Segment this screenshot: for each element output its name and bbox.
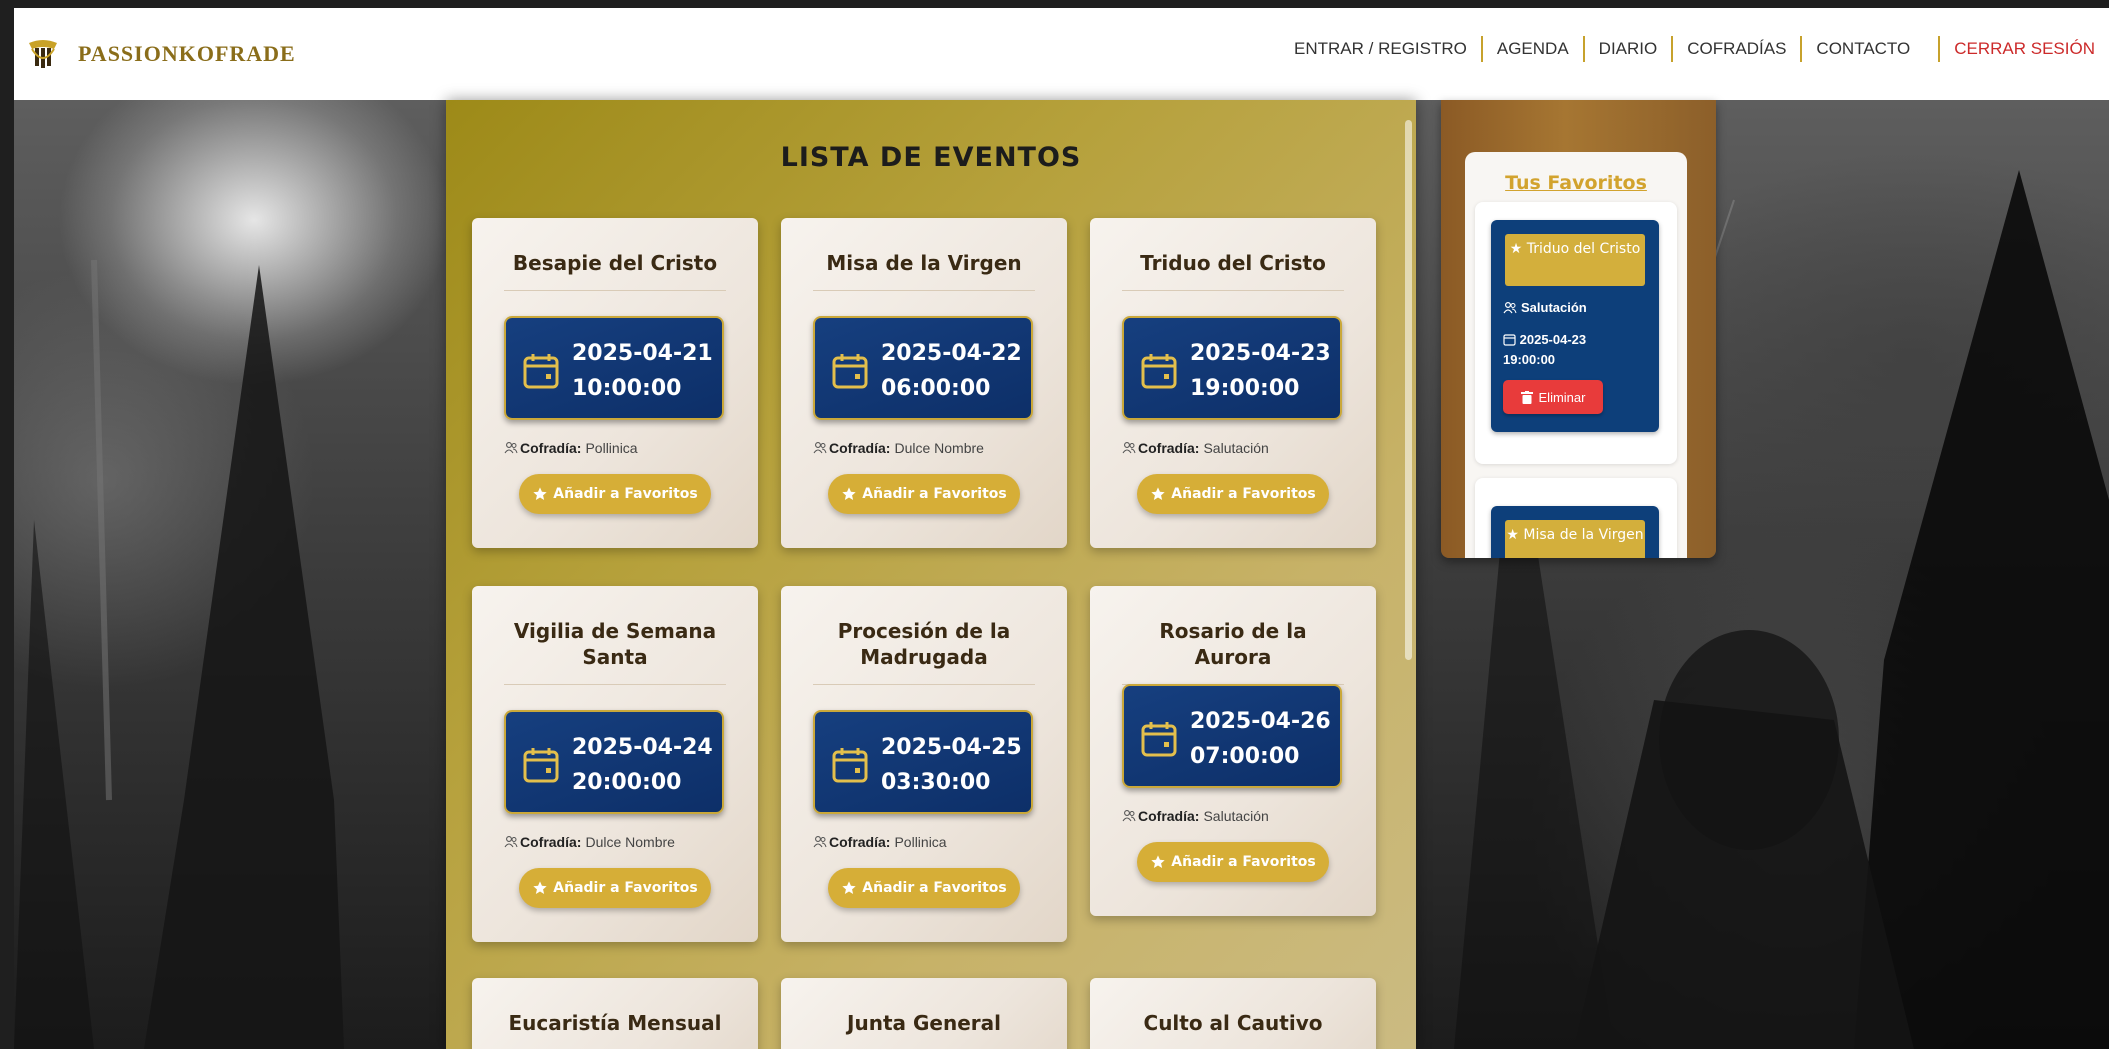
event-title: Culto al Cautivo <box>1122 1010 1344 1049</box>
calendar-icon <box>523 354 559 389</box>
people-icon <box>813 442 827 454</box>
favorite-item: ★ Triduo del Cristo Salutación 2025-04-2… <box>1475 202 1677 464</box>
event-cofradia: Cofradía: Salutación <box>1122 440 1269 456</box>
brand[interactable]: PASSIONKOFRADE <box>26 37 296 71</box>
calendar-icon <box>832 748 868 783</box>
favorites-list: Tus Favoritos ★ Triduo del Cristo Saluta… <box>1465 152 1687 558</box>
nav-item-contacto[interactable]: CONTACTO <box>1800 36 1924 62</box>
people-icon <box>504 442 518 454</box>
event-datetime: 2025-04-21 10:00:00 <box>572 341 713 401</box>
event-card: Misa de la Virgen 2025-04-22 06:00:00 Cofra… <box>781 218 1067 548</box>
event-datetime: 2025-04-26 07:00:00 <box>1190 709 1331 769</box>
top-navbar: PASSIONKOFRADE ENTRAR / REGISTRO AGENDA … <box>14 8 2109 100</box>
calendar-icon <box>1141 354 1177 389</box>
event-card: Besapie del Cristo 2025-04-21 10:00:00 Cofr… <box>472 218 758 548</box>
event-date-box: 2025-04-22 06:00:00 <box>813 316 1033 420</box>
calendar-icon <box>1141 722 1177 757</box>
nav-item-agenda[interactable]: AGENDA <box>1480 36 1583 62</box>
people-icon <box>1122 810 1136 822</box>
people-icon <box>504 836 518 848</box>
favorites-panel: Tus Favoritos ★ Triduo del Cristo Saluta… <box>1441 100 1716 558</box>
event-date-box: 2025-04-24 20:00:00 <box>504 710 724 814</box>
add-favorite-button[interactable]: Añadir a Favoritos <box>1137 474 1329 514</box>
event-datetime: 2025-04-23 19:00:00 <box>1190 341 1331 401</box>
event-date-box: 2025-04-21 10:00:00 <box>504 316 724 420</box>
star-icon <box>533 487 547 500</box>
page-title: LISTA DE EVENTOS <box>780 142 1082 173</box>
calendar-icon <box>1503 334 1516 346</box>
event-title: Vigilia de Semana Santa <box>504 618 726 685</box>
favorite-item: ★ Misa de la Virgen <box>1475 478 1677 558</box>
event-title: Misa de la Virgen <box>813 250 1035 291</box>
panel-scrollbar[interactable] <box>1405 120 1412 660</box>
people-icon <box>1122 442 1136 454</box>
event-card: Triduo del Cristo 2025-04-23 19:00:00 Cofra… <box>1090 218 1376 548</box>
event-title: Besapie del Cristo <box>504 250 726 291</box>
add-favorite-button[interactable]: Añadir a Favoritos <box>828 474 1020 514</box>
star-icon <box>842 881 856 894</box>
star-icon <box>842 487 856 500</box>
main-nav: ENTRAR / REGISTRO AGENDA DIARIO COFRADÍA… <box>1280 36 2109 62</box>
event-cofradia: Cofradía: Dulce Nombre <box>813 440 984 456</box>
nav-item-diario[interactable]: DIARIO <box>1582 36 1672 62</box>
event-datetime: 2025-04-25 03:30:00 <box>881 735 1022 795</box>
event-title: Junta General <box>813 1010 1035 1049</box>
event-title: Rosario de la Aurora <box>1122 618 1344 685</box>
event-card: Culto al Cautivo <box>1090 978 1376 1049</box>
event-cofradia: Cofradía: Pollinica <box>504 440 638 456</box>
favorites-heading: Tus Favoritos <box>1505 172 1647 194</box>
people-icon <box>1503 301 1517 313</box>
event-datetime: 2025-04-22 06:00:00 <box>881 341 1022 401</box>
nav-item-entrar-registro[interactable]: ENTRAR / REGISTRO <box>1280 36 1481 62</box>
star-icon <box>1151 855 1165 868</box>
favorite-cofradia: Salutación <box>1503 300 1587 315</box>
event-cofradia: Cofradía: Pollinica <box>813 834 947 850</box>
favorite-title: ★ Misa de la Virgen <box>1505 520 1645 558</box>
add-favorite-button[interactable]: Añadir a Favoritos <box>519 868 711 908</box>
favorite-title: ★ Triduo del Cristo <box>1505 234 1645 286</box>
event-card: Vigilia de Semana Santa 2025-04-24 20:00:0… <box>472 586 758 942</box>
nav-item-cofradias[interactable]: COFRADÍAS <box>1671 36 1800 62</box>
event-card: Procesión de la Madrugada 2025-04-25 03:30… <box>781 586 1067 942</box>
add-favorite-button[interactable]: Añadir a Favoritos <box>1137 842 1329 882</box>
events-panel: LISTA DE EVENTOS Besapie del Cristo 2025-… <box>446 100 1416 1049</box>
event-date-box: 2025-04-26 07:00:00 <box>1122 684 1342 788</box>
calendar-icon <box>523 748 559 783</box>
event-date-box: 2025-04-23 19:00:00 <box>1122 316 1342 420</box>
trash-icon <box>1520 390 1533 404</box>
brand-name: PASSIONKOFRADE <box>78 41 296 66</box>
event-card: Junta General <box>781 978 1067 1049</box>
logout-link[interactable]: CERRAR SESIÓN <box>1938 36 2109 62</box>
event-title: Procesión de la Madrugada <box>813 618 1035 685</box>
favorite-card: ★ Triduo del Cristo Salutación 2025-04-2… <box>1491 220 1659 432</box>
event-card: Eucaristía Mensual <box>472 978 758 1049</box>
star-icon: ★ <box>1509 241 1523 257</box>
calendar-icon <box>832 354 868 389</box>
add-favorite-button[interactable]: Añadir a Favoritos <box>519 474 711 514</box>
people-icon <box>813 836 827 848</box>
favorite-card: ★ Misa de la Virgen <box>1491 506 1659 558</box>
star-icon <box>1151 487 1165 500</box>
brand-logo-icon <box>29 40 57 68</box>
star-icon <box>533 881 547 894</box>
star-icon: ★ <box>1506 527 1519 543</box>
event-title: Triduo del Cristo <box>1122 250 1344 291</box>
event-datetime: 2025-04-24 20:00:00 <box>572 735 713 795</box>
event-cofradia: Cofradía: Salutación <box>1122 808 1269 824</box>
event-title: Eucaristía Mensual <box>504 1010 726 1049</box>
delete-favorite-button[interactable]: Eliminar <box>1503 380 1603 414</box>
add-favorite-button[interactable]: Añadir a Favoritos <box>828 868 1020 908</box>
event-cofradia: Cofradía: Dulce Nombre <box>504 834 675 850</box>
event-card: Rosario de la Aurora 2025-04-26 07:00:00 Co… <box>1090 586 1376 916</box>
browser-viewport: PASSIONKOFRADE ENTRAR / REGISTRO AGENDA … <box>14 8 2109 1049</box>
event-date-box: 2025-04-25 03:30:00 <box>813 710 1033 814</box>
favorite-datetime: 2025-04-23 19:00:00 <box>1503 332 1587 367</box>
